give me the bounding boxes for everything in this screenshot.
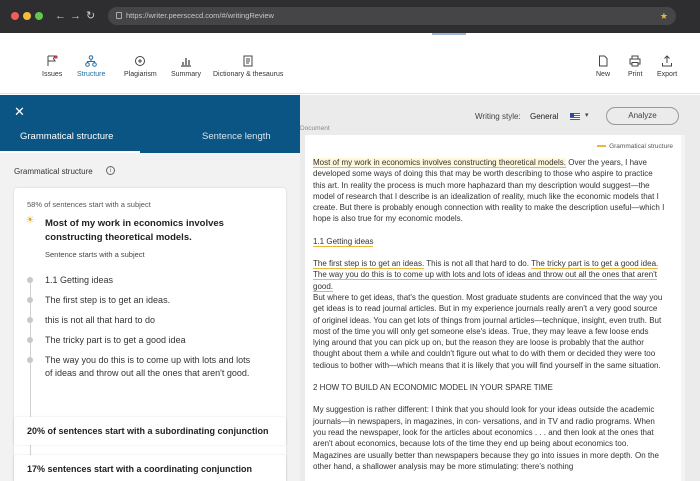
browser-chrome: ← → ↻ https://writer.peerscecd.com/#/wri… xyxy=(0,0,700,33)
toolbar-new-label: New xyxy=(596,71,611,78)
paragraph-text: This is not all that hard to do. xyxy=(424,259,532,269)
toolbar-export[interactable]: Export xyxy=(657,55,677,78)
app-toolbar: Issues Structure Plagiarism Summary Dict… xyxy=(0,33,700,94)
toolbar-issues-label: Issues xyxy=(42,71,63,78)
toolbar-summary-label: Summary xyxy=(171,71,201,78)
highlight-legend: Grammatical structure xyxy=(597,143,673,150)
minimize-window-dot[interactable] xyxy=(23,12,31,20)
structure-icon xyxy=(85,55,98,67)
toolbar-print-label: Print xyxy=(628,71,643,78)
plagiarism-icon xyxy=(135,56,146,66)
sentence-type-label: Sentence starts with a subject xyxy=(45,250,145,259)
maximize-window-dot[interactable] xyxy=(35,12,43,20)
forward-arrow-icon[interactable]: → xyxy=(70,9,81,23)
sentence-item[interactable]: The tricky part is to get a good idea xyxy=(45,334,265,347)
highlighted-heading[interactable]: 1.1 Getting ideas xyxy=(313,236,374,247)
export-icon xyxy=(662,55,673,67)
paragraph: The first step is to get an ideas. This … xyxy=(313,258,665,371)
structure-panel-header: ✕ Grammatical structure Sentence length xyxy=(0,95,300,153)
paragraph-text: Over the years, I have developed some wa… xyxy=(313,158,665,224)
writing-style-label: Writing style: xyxy=(475,112,521,121)
toolbar-plagiarism-label: Plagiarism xyxy=(124,71,157,78)
dictionary-icon xyxy=(243,55,253,67)
back-arrow-icon[interactable]: ← xyxy=(55,9,66,23)
toolbar-new[interactable]: New xyxy=(596,55,610,78)
writing-style-value[interactable]: General xyxy=(530,112,558,121)
info-icon[interactable]: i xyxy=(106,166,115,175)
document-page[interactable]: Grammatical structure Most of my work in… xyxy=(305,135,685,481)
bookmark-star-icon[interactable]: ★ xyxy=(660,10,668,22)
timeline-dot xyxy=(27,357,33,363)
toolbar-structure-label: Structure xyxy=(77,71,106,78)
document-text[interactable]: Most of my work in economics involves co… xyxy=(313,157,665,481)
paragraph-text: But where to get ideas, that's the quest… xyxy=(313,292,663,370)
us-flag-icon[interactable] xyxy=(570,113,580,120)
tab-grammatical-structure[interactable]: Grammatical structure xyxy=(20,131,113,142)
document-label: Document xyxy=(300,125,330,132)
toolbar-structure[interactable]: Structure xyxy=(77,55,105,78)
toolbar-print[interactable]: Print xyxy=(628,55,642,78)
timeline-dot xyxy=(27,317,33,323)
close-window-dot[interactable] xyxy=(11,12,19,20)
print-icon xyxy=(629,55,641,67)
legend-label: Grammatical structure xyxy=(609,143,673,150)
timeline-line xyxy=(30,278,31,476)
highlighted-span[interactable]: Most of my work in economics involves co… xyxy=(313,158,566,168)
document-scrollbar[interactable] xyxy=(681,135,685,481)
toolbar-issues[interactable]: Issues xyxy=(42,55,62,78)
coordinating-conjunction-stat[interactable]: 17% sentences start with a coordinating … xyxy=(14,455,286,481)
timeline-dot xyxy=(27,277,33,283)
toolbar-summary[interactable]: Summary xyxy=(171,55,201,78)
sun-icon: ☀ xyxy=(25,215,35,226)
structure-panel: ✕ Grammatical structure Sentence length … xyxy=(0,95,300,481)
sentence-item[interactable]: 1.1 Getting ideas xyxy=(45,274,265,287)
chevron-down-icon[interactable]: ▾ xyxy=(585,111,589,119)
tab-sentence-length[interactable]: Sentence length xyxy=(202,131,271,142)
sentence-item[interactable]: The way you do this is to come up with l… xyxy=(45,354,260,380)
toolbar-dictionary[interactable]: Dictionary & thesaurus xyxy=(213,55,283,78)
toolbar-plagiarism[interactable]: Plagiarism xyxy=(124,55,157,78)
bar-chart-icon xyxy=(180,58,191,67)
toolbar-dictionary-label: Dictionary & thesaurus xyxy=(213,71,284,78)
url-text: https://writer.peerscecd.com/#/writingRe… xyxy=(126,11,274,20)
section-title: Grammatical structure xyxy=(14,167,93,176)
timeline-dot xyxy=(27,337,33,343)
address-bar[interactable]: https://writer.peerscecd.com/#/writingRe… xyxy=(108,7,676,25)
lock-icon xyxy=(116,12,122,19)
sentence-item[interactable]: The first step is to get an ideas. xyxy=(45,294,265,307)
analyze-button[interactable]: Analyze xyxy=(606,107,679,125)
active-tab-indicator xyxy=(0,151,140,153)
card-caption: 58% of sentences start with a subject xyxy=(27,200,151,209)
new-doc-icon xyxy=(599,55,608,67)
sentence-item[interactable]: this is not all that hard to do xyxy=(45,314,265,327)
subordinating-conjunction-stat[interactable]: 20% of sentences start with a subordinat… xyxy=(14,417,286,445)
reload-icon[interactable]: ↻ xyxy=(86,9,95,23)
toolbar-export-label: Export xyxy=(657,71,678,78)
paragraph: My suggestion is rather different: I thi… xyxy=(313,405,659,471)
app-window: ← → ↻ https://writer.peerscecd.com/#/wri… xyxy=(0,0,700,481)
section-heading: 1.1 Getting ideas xyxy=(313,236,665,247)
timeline-dot xyxy=(27,297,33,303)
paragraph: Most of my work in economics involves co… xyxy=(313,157,665,225)
close-icon[interactable]: ✕ xyxy=(14,105,25,118)
flag-icon xyxy=(47,55,58,66)
document-panel: Document Writing style: General ▾ Analyz… xyxy=(300,95,700,481)
highlighted-span[interactable]: The first step is to get an ideas. xyxy=(313,259,425,270)
section-heading: 2 HOW TO BUILD AN ECONOMIC MODEL IN YOUR… xyxy=(313,383,553,393)
toolbar-accent xyxy=(432,33,466,35)
legend-swatch xyxy=(597,145,607,148)
highlighted-sentence[interactable]: Most of my work in economics involves co… xyxy=(45,217,277,245)
